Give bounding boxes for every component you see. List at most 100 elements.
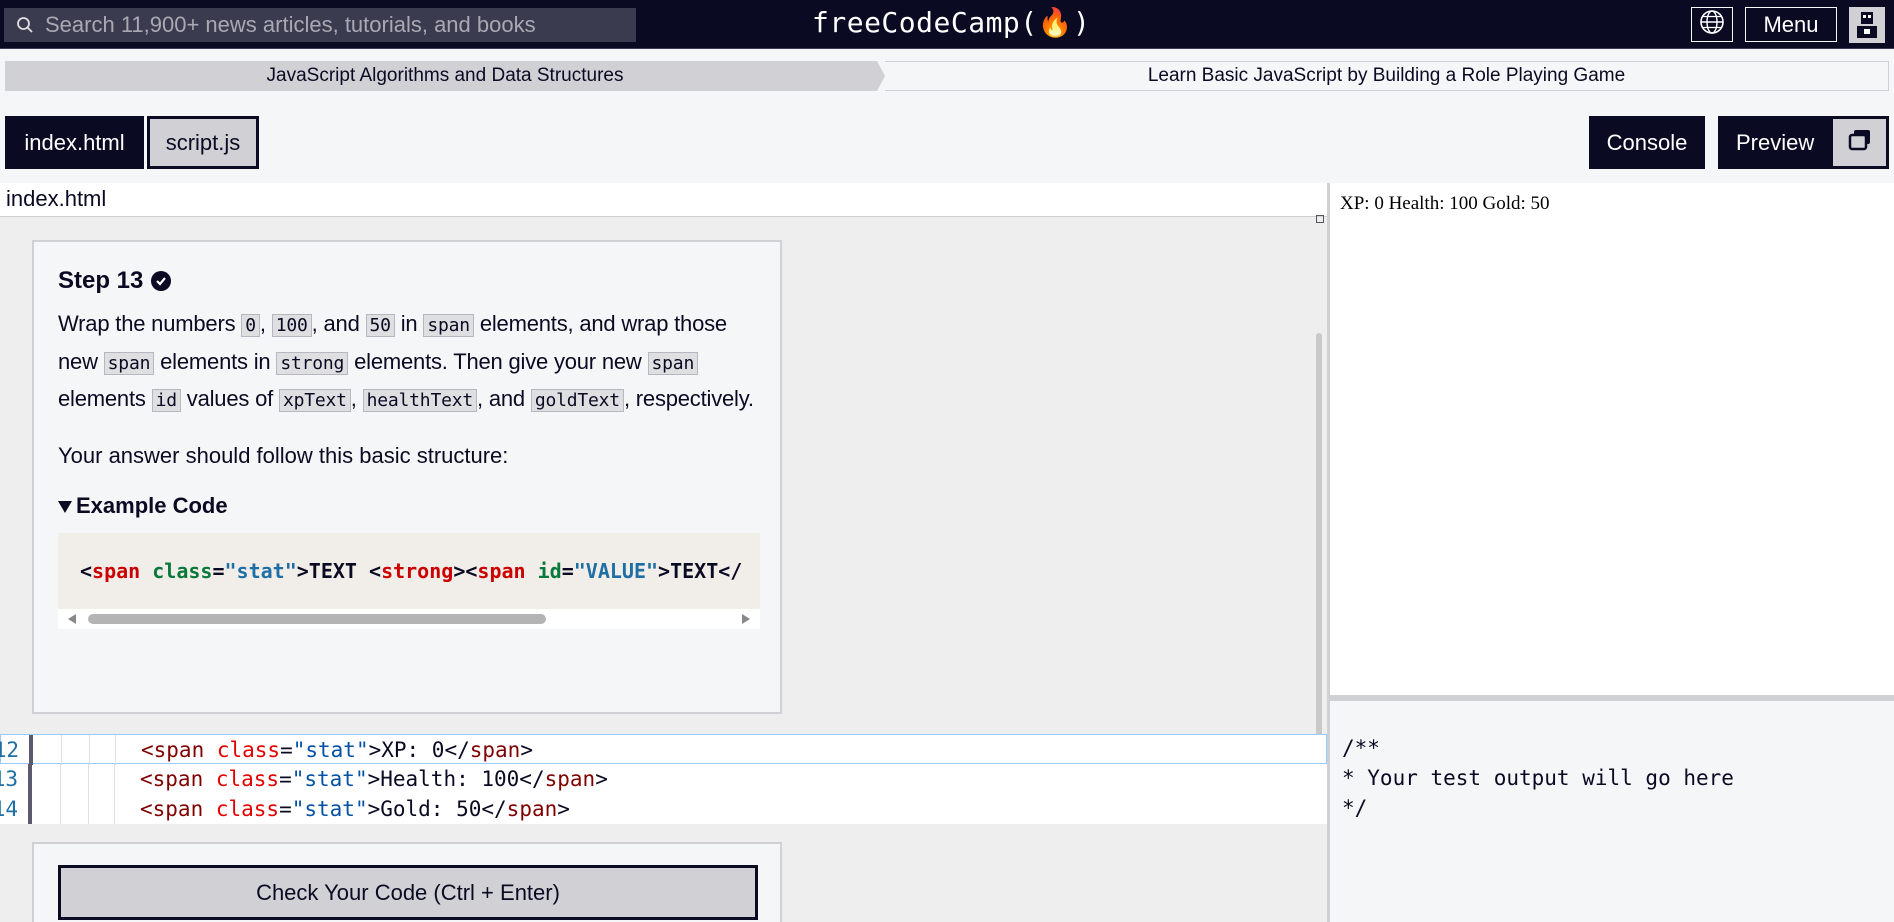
resize-handle[interactable]: [1316, 215, 1324, 223]
code-editor[interactable]: 12 <span class="stat">XP: 0</span> 13 <s…: [0, 734, 1327, 824]
code-tag: span: [477, 558, 526, 583]
inline-code: 0: [241, 314, 260, 337]
menu-button[interactable]: Menu: [1745, 7, 1837, 42]
code-punct: >: [595, 767, 608, 791]
description-text: ,: [350, 386, 363, 411]
code-punct: >: [520, 738, 533, 762]
example-code-block: <span class="stat">TEXT <strong><span id…: [58, 532, 760, 609]
code-punct: ><: [453, 558, 478, 583]
description-text: elements: [58, 386, 152, 411]
indent-guide: [114, 764, 115, 794]
code-tag: span: [469, 738, 521, 762]
description-text: , and: [311, 311, 366, 336]
inline-code: span: [647, 351, 699, 375]
editor-file-title: index.html: [0, 183, 1327, 217]
code-tag: strong: [381, 558, 454, 583]
code-punct: >: [557, 797, 570, 821]
indent-guide: [88, 794, 89, 824]
code-attr: class: [140, 558, 213, 583]
example-code-scrollbar[interactable]: [58, 608, 760, 629]
code-text: <span class="stat">Gold: 50</span>: [140, 794, 570, 824]
avatar[interactable]: [1849, 7, 1885, 43]
code-text: >TEXT <: [296, 558, 382, 583]
code-text: >TEXT</: [658, 558, 743, 583]
description-text: in: [394, 311, 424, 336]
step-description: Wrap the numbers 0, 100, and 50 in span …: [58, 306, 758, 419]
editor-scrollbar[interactable]: [1316, 333, 1322, 773]
search-input[interactable]: [45, 12, 635, 38]
step-title: Step 13: [58, 264, 758, 298]
inline-code: xpText: [278, 389, 351, 412]
code-attr: id: [525, 558, 562, 583]
line-gutter: [29, 735, 33, 765]
top-nav: freeCodeCamp(🔥) Menu: [0, 0, 1894, 49]
preview-pane: XP: 0 Health: 100 Gold: 50: [1330, 183, 1894, 695]
indent-guide: [115, 735, 116, 765]
inline-code: strong: [276, 351, 349, 375]
indent-guide: [114, 794, 115, 824]
console-button[interactable]: Console: [1589, 116, 1705, 169]
breadcrumb-block[interactable]: Learn Basic JavaScript by Building a Rol…: [885, 61, 1889, 91]
breadcrumb-superblock[interactable]: JavaScript Algorithms and Data Structure…: [5, 61, 885, 91]
inline-code: goldText: [530, 389, 624, 412]
code-punct: <: [80, 558, 93, 583]
description-text: , respectively.: [623, 386, 754, 411]
code-line[interactable]: 13 <span class="stat">Health: 100</span>: [0, 764, 1327, 794]
description-text: ,: [259, 311, 272, 336]
code-tag: <span: [141, 738, 205, 762]
globe-icon: [1699, 9, 1725, 40]
code-punct: =: [279, 797, 292, 821]
scroll-right-icon[interactable]: [742, 613, 750, 624]
line-number: 14: [0, 797, 18, 821]
code-tag: <span: [140, 767, 204, 791]
code-string: "stat": [292, 738, 369, 762]
code-line[interactable]: 12 <span class="stat">XP: 0</span>: [0, 734, 1327, 765]
indent-guide: [61, 735, 62, 765]
example-code-toggle[interactable]: Example Code: [58, 493, 758, 519]
scrollbar-thumb[interactable]: [88, 613, 546, 624]
popout-preview-button[interactable]: [1833, 119, 1886, 166]
check-code-button[interactable]: Check Your Code (Ctrl + Enter): [58, 865, 758, 920]
action-panel: Check Your Code (Ctrl + Enter): [32, 842, 782, 922]
code-content: >Gold: 50</: [367, 797, 507, 821]
description-text: Wrap the numbers: [58, 311, 242, 336]
indent-guide: [89, 735, 90, 765]
code-punct: =: [212, 558, 225, 583]
line-number: 13: [0, 767, 18, 791]
code-attr: class: [203, 767, 280, 791]
language-button[interactable]: [1691, 7, 1733, 42]
freecodecamp-logo[interactable]: freeCodeCamp(🔥): [812, 6, 1090, 39]
code-content: >Health: 100</: [367, 767, 545, 791]
code-string: "stat": [291, 767, 368, 791]
description-text: elements in: [154, 348, 277, 374]
code-text: <span class="stat">Health: 100</span>: [140, 764, 608, 794]
line-gutter: [28, 794, 32, 824]
code-tag: span: [92, 558, 141, 583]
inline-code: 50: [365, 314, 395, 337]
inline-code: 100: [271, 314, 312, 337]
search-icon: [5, 8, 45, 42]
indent-guide: [60, 794, 61, 824]
external-window-icon: [1847, 128, 1873, 158]
step-title-text: Step 13: [58, 267, 144, 294]
code-content: >XP: 0</: [368, 738, 470, 762]
inline-code: id: [151, 389, 181, 412]
code-string: "stat": [224, 558, 297, 583]
preview-button[interactable]: Preview: [1718, 116, 1889, 169]
indent-guide: [60, 764, 61, 794]
code-line[interactable]: 14 <span class="stat">Gold: 50</span>: [0, 794, 1327, 824]
scroll-left-icon[interactable]: [68, 613, 76, 624]
inline-code: span: [103, 351, 155, 375]
search-bar[interactable]: [4, 8, 636, 42]
code-punct: =: [280, 738, 293, 762]
triangle-down-icon: [58, 493, 72, 519]
tab-index-html[interactable]: index.html: [5, 116, 144, 169]
description-text: elements. Then give your new: [348, 348, 648, 374]
tab-script-js[interactable]: script.js: [147, 116, 259, 169]
code-punct: =: [279, 767, 292, 791]
editor-pane: index.html Step 13 Wrap the numbers 0, 1…: [0, 183, 1327, 922]
code-text: <span class="stat">XP: 0</span>: [141, 735, 533, 765]
line-number: 12: [0, 738, 19, 762]
code-punct: =: [561, 558, 574, 583]
code-attr: class: [204, 738, 281, 762]
